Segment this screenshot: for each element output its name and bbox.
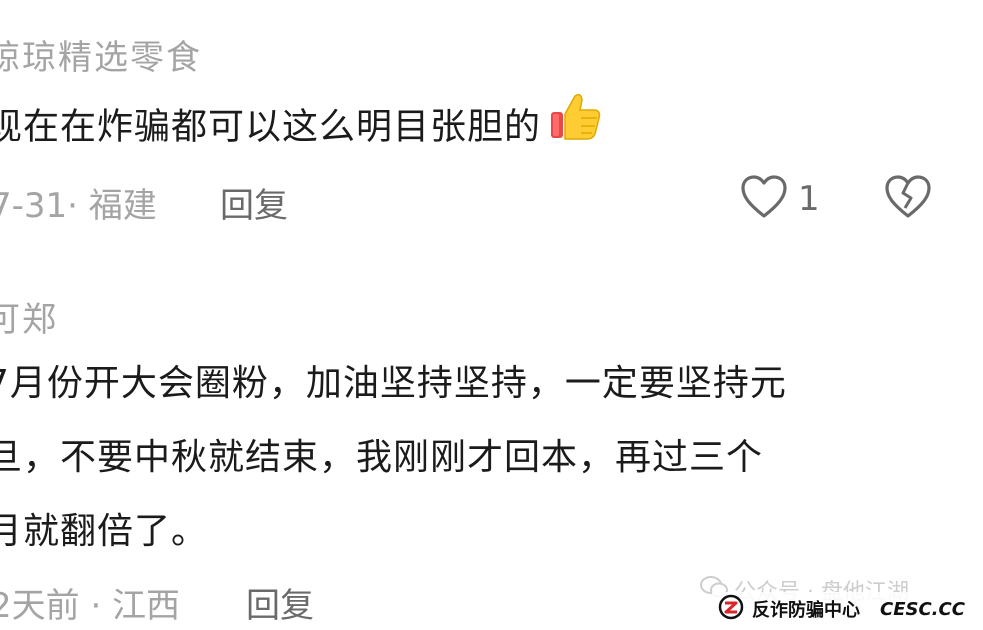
badge-name: 反诈防骗中心 xyxy=(752,600,860,621)
comment-username[interactable]: 可郑 xyxy=(0,292,58,341)
comment-date: 2天前 · xyxy=(0,586,102,626)
thumbs-up-icon xyxy=(547,88,603,169)
comment-username[interactable]: 琼琼精选零食 xyxy=(0,30,202,79)
reply-button[interactable]: 回复 xyxy=(246,578,314,627)
heart-icon xyxy=(740,174,788,224)
comment-text: 现在在炸骗都可以这么明目张胆的 xyxy=(0,88,603,169)
anti-fraud-logo-icon xyxy=(718,594,744,624)
comment-text-line: 旦，不要中秋就结束，我刚刚才回本，再过三个 xyxy=(0,437,764,478)
comment-thread: 琼琼精选零食 现在在炸骗都可以这么明目张胆的 7-31· 福建 回复 1 可郑 … xyxy=(0,0,983,630)
like-button[interactable]: 1 xyxy=(740,174,820,224)
comment-meta: 7-31· 福建 xyxy=(0,178,157,227)
comment-location: 江西 xyxy=(112,586,181,626)
comment-text-line: 7月份开大会圈粉，加油坚持坚持，一定要坚持元 xyxy=(0,363,787,404)
dislike-broken-heart-icon[interactable] xyxy=(884,174,932,224)
comment-meta: 2天前 · 江西 xyxy=(0,578,180,627)
anti-fraud-badge: 反诈防骗中心 CESC.CC xyxy=(712,592,971,626)
comment-location: 福建 xyxy=(88,186,157,226)
comment-date: 7-31· xyxy=(0,186,78,226)
like-count: 1 xyxy=(798,179,820,219)
comment-text-body: 现在在炸骗都可以这么明目张胆的 xyxy=(0,106,542,148)
reply-button[interactable]: 回复 xyxy=(220,178,288,227)
comment-text-line: 月就翻倍了。 xyxy=(0,511,209,552)
badge-domain: CESC.CC xyxy=(880,598,965,620)
